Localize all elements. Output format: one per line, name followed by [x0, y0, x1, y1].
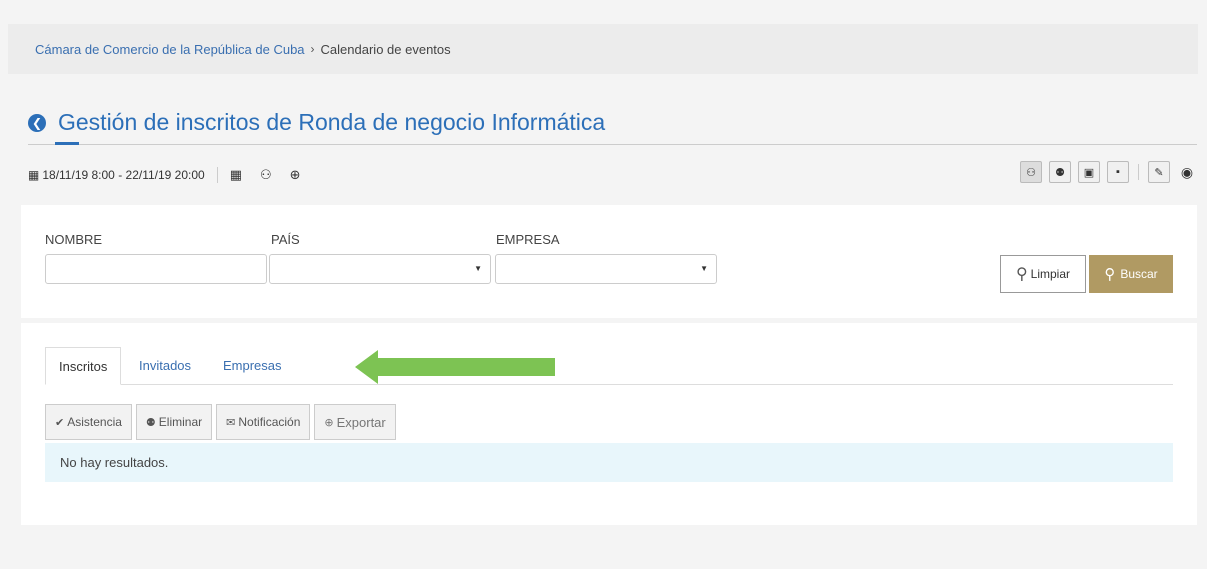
envelope-icon: ✉ — [226, 416, 236, 429]
pais-label: PAÍS — [271, 232, 300, 247]
attendance-button[interactable]: ✔ Asistencia — [45, 404, 132, 440]
broom-icon: ⚲ — [1015, 266, 1028, 283]
notification-button[interactable]: ✉ Notificación — [216, 404, 311, 440]
export-label: Exportar — [336, 414, 386, 430]
clear-button[interactable]: ⚲ Limpiar — [1000, 255, 1086, 293]
page-title: Gestión de inscritos de Ronda de negocio… — [58, 109, 606, 135]
empresa-select[interactable]: ▼ — [495, 254, 717, 284]
search-icon: ⚲ — [1104, 266, 1116, 283]
calendar-link-icon[interactable]: ▦ — [230, 167, 242, 183]
chevron-down-icon: ▼ — [474, 264, 482, 273]
group-icon[interactable]: ⚉ — [1049, 161, 1071, 183]
empresa-label: EMPRESA — [496, 232, 560, 247]
tabs: Inscritos Invitados Empresas — [45, 347, 1173, 385]
title-divider — [28, 144, 1197, 145]
pais-select[interactable]: ▼ — [269, 254, 491, 284]
delete-label: Eliminar — [158, 415, 203, 429]
users-settings-icon[interactable]: ⚇ — [1020, 161, 1042, 183]
clear-button-label: Limpiar — [1030, 267, 1071, 281]
meta-divider — [216, 167, 218, 183]
attendance-label: Asistencia — [67, 415, 122, 429]
action-toolbar: ✔ Asistencia ⚉ Eliminar ✉ Notificación ⊕… — [45, 404, 400, 440]
search-button[interactable]: ⚲ Buscar — [1089, 255, 1173, 293]
breadcrumb-link-camara[interactable]: Cámara de Comercio de la República de Cu… — [35, 42, 305, 57]
tab-empresas[interactable]: Empresas — [223, 347, 282, 384]
tab-inscritos[interactable]: Inscritos — [45, 347, 122, 385]
nombre-input[interactable] — [45, 254, 267, 284]
filter-panel: NOMBRE PAÍS ▼ EMPRESA ▼ ⚲ Limpiar ⚲ Busc… — [21, 205, 1197, 318]
tab-invitados[interactable]: Invitados — [139, 347, 191, 384]
event-date-range: 18/11/19 8:00 - 22/11/19 20:00 — [42, 168, 205, 182]
breadcrumb: Cámara de Comercio de la República de Cu… — [8, 24, 1198, 74]
breadcrumb-separator: › — [310, 42, 315, 56]
edit-icon[interactable]: ✎ — [1148, 161, 1170, 183]
view-toolbar: ⚇ ⚉ ▣ ▪ ✎ ◉ — [1013, 161, 1197, 183]
search-button-label: Buscar — [1120, 267, 1158, 281]
chevron-down-icon: ▼ — [700, 264, 708, 273]
title-row: ❮ Gestión de inscritos de Ronda de negoc… — [28, 109, 605, 136]
title-accent-bar — [55, 142, 79, 145]
check-icon: ✔ — [55, 416, 65, 429]
empty-results-message: No hay resultados. — [45, 443, 1173, 482]
breadcrumb-current: Calendario de eventos — [320, 41, 451, 57]
image-icon[interactable]: ▪ — [1107, 161, 1129, 183]
export-button[interactable]: ⊕ Exportar — [314, 404, 396, 440]
briefcase-icon[interactable]: ▣ — [1078, 161, 1100, 183]
calendar-icon: ▦ — [28, 168, 40, 182]
users-icon[interactable]: ⚇ — [260, 167, 272, 183]
notification-label: Notificación — [238, 415, 301, 429]
globe-icon[interactable]: ⊕ — [290, 167, 301, 183]
user-minus-icon: ⚉ — [145, 416, 156, 429]
event-meta-row: ▦ 18/11/19 8:00 - 22/11/19 20:00 ▦ ⚇ ⊕ ⚇… — [28, 161, 1197, 185]
delete-button[interactable]: ⚉ Eliminar — [135, 404, 213, 440]
back-arrow-icon[interactable]: ❮ — [28, 113, 46, 132]
results-panel: Inscritos Invitados Empresas ✔ Asistenci… — [21, 323, 1197, 525]
annotation-arrow — [355, 350, 555, 384]
export-icon: ⊕ — [324, 416, 334, 429]
eye-icon[interactable]: ◉ — [1177, 162, 1197, 182]
toolbar-divider — [1138, 164, 1139, 180]
nombre-label: NOMBRE — [45, 232, 103, 247]
